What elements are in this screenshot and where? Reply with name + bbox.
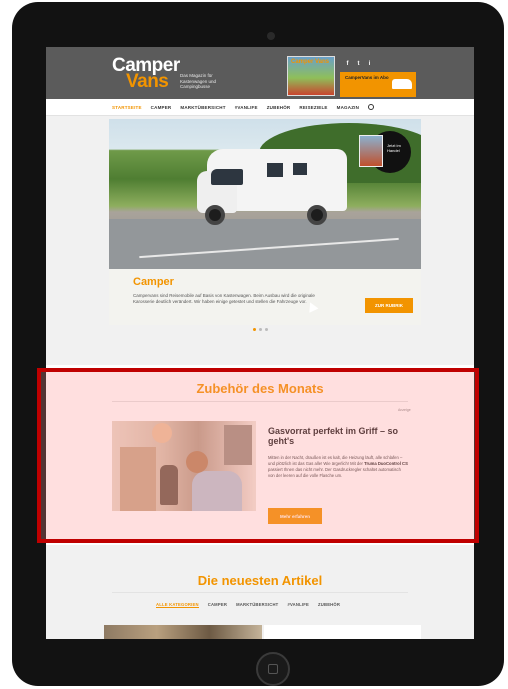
nav-camper[interactable]: CAMPER [151,105,172,110]
home-square-icon [268,664,278,674]
filter-camper[interactable]: CAMPER [208,602,227,608]
search-icon[interactable] [368,104,375,110]
nav-marktuebersicht[interactable]: MARKTÜBERSICHT [180,105,225,110]
nav-zubehoer[interactable]: ZUBEHÖR [267,105,291,110]
logo-tagline: Das Magazin für Kastenwagen und Campingb… [180,73,217,89]
promo-text: CamperVans im Abo [345,75,389,80]
hero-caption: Camper Campervans sind Reisemobile auf B… [109,269,421,325]
magazine-cover-thumbnail[interactable]: Camper Vans [287,56,335,96]
nav-reiseziele[interactable]: REISEZIELE [299,105,327,110]
front-camera [267,32,275,40]
carousel-dots [253,328,268,331]
magazine-badge-text: Jetzt im Handel [387,143,401,153]
main-navigation: STARTSEITE CAMPER MARKTÜBERSICHT #VANLIF… [46,99,474,116]
section-divider-2 [112,592,408,593]
carousel-dot-1[interactable] [253,328,256,331]
logo-vans: Vans [126,71,169,92]
facebook-icon[interactable]: f [344,61,351,68]
magazine-badge-cover [359,135,383,167]
home-button[interactable] [256,652,290,686]
magazine-badge[interactable]: Jetzt im Handel [359,131,411,173]
hero-title: Camper [133,276,174,288]
article-thumbnail[interactable] [104,625,262,639]
filter-vanlife[interactable]: #VANLIFE [287,602,309,608]
nav-magazin[interactable]: MAGAZIN [337,105,359,110]
hero-slider: Jetzt im Handel Camper Campervans sind R… [109,119,421,325]
filter-alle-kategorien[interactable]: ALLE KATEGORIEN [156,602,199,608]
instagram-icon[interactable]: i [366,61,373,68]
site-logo[interactable]: Camper Vans Das Magazin für Kastenwagen … [112,55,232,95]
filter-marktuebersicht[interactable]: MARKTÜBERSICHT [236,602,278,608]
article-filters: ALLE KATEGORIEN CAMPER MARKTÜBERSICHT #V… [156,602,340,608]
photo-van [197,149,347,227]
latest-articles-title: Die neuesten Artikel [197,573,323,588]
subscription-promo[interactable]: CamperVans im Abo [340,72,416,97]
article-card[interactable] [264,625,421,639]
magazine-cover-title: Camper Vans [291,59,330,65]
nav-vanlife[interactable]: #VANLIFE [235,105,258,110]
hero-text: Campervans sind Reisemobile auf Basis vo… [133,293,315,304]
twitter-icon[interactable]: t [355,61,362,68]
social-links: f t i [344,61,373,69]
zur-rubrik-button[interactable]: ZUR RUBRIK [365,298,413,313]
hero-camper-van-photo: Jetzt im Handel [109,119,421,269]
nav-startseite[interactable]: STARTSEITE [112,105,142,110]
carousel-dot-2[interactable] [259,328,262,331]
highlight-box [37,368,479,543]
site-header: Camper Vans Das Magazin für Kastenwagen … [46,47,474,99]
filter-zubehoer[interactable]: ZUBEHÖR [318,602,340,608]
van-icon [392,79,412,89]
browser-screen: Camper Vans Das Magazin für Kastenwagen … [46,47,474,639]
carousel-dot-3[interactable] [265,328,268,331]
